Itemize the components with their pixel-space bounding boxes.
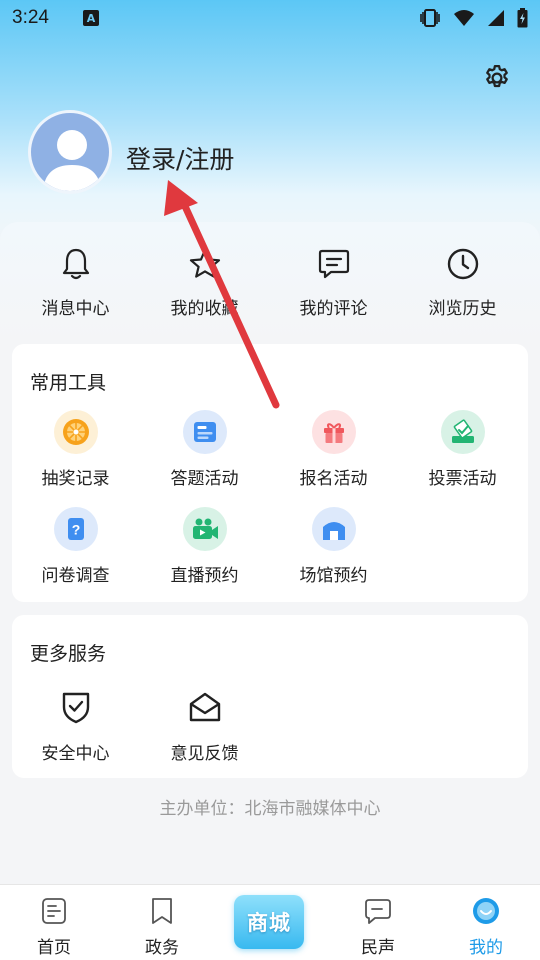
quick-item-label: 我的收藏 <box>170 299 239 319</box>
tool-label: 直播预约 <box>170 566 239 586</box>
quick-item-messages[interactable]: 消息中心 <box>11 246 140 319</box>
avatar[interactable] <box>28 110 112 194</box>
more-services-card: 更多服务 安全中心 意见反馈 <box>12 615 528 778</box>
tab-home[interactable]: 首页 <box>0 897 108 958</box>
chat-bubble-icon <box>365 899 391 924</box>
common-tools-card: 常用工具 抽奖记录 答题活动 报名活动 投票活动 ? 问卷调查 直播预约 场馆预… <box>12 344 528 602</box>
bookmark-icon <box>152 898 172 924</box>
video-camera-icon <box>192 518 218 539</box>
quick-item-favorites[interactable]: 我的收藏 <box>140 246 269 319</box>
tool-venue-booking[interactable]: 场馆预约 <box>269 507 398 586</box>
tool-questionnaire[interactable]: ? 问卷调查 <box>11 507 140 586</box>
tab-mine[interactable]: 我的 <box>432 897 540 958</box>
tool-label: 场馆预约 <box>299 566 368 586</box>
vibrate-icon <box>420 9 440 27</box>
battery-icon <box>517 8 528 28</box>
quick-item-label: 消息中心 <box>41 299 110 319</box>
quick-item-label: 我的评论 <box>299 299 368 319</box>
settings-button[interactable] <box>480 61 514 95</box>
quick-item-history[interactable]: 浏览历史 <box>398 246 527 319</box>
service-label: 安全中心 <box>41 744 110 764</box>
status-bar: 3:24 A <box>0 0 540 36</box>
gift-icon <box>323 423 344 443</box>
service-feedback[interactable]: 意见反馈 <box>140 685 269 764</box>
star-icon <box>189 248 220 278</box>
tool-signup-activity[interactable]: 报名活动 <box>269 410 398 489</box>
section-title: 常用工具 <box>30 372 107 394</box>
tab-public-voice[interactable]: 民声 <box>324 897 432 958</box>
tool-vote-activity[interactable]: 投票活动 <box>398 410 527 489</box>
quiz-card-icon <box>193 422 216 442</box>
lottery-wheel-icon <box>62 419 89 445</box>
profile-smile-icon <box>473 898 499 924</box>
login-register-link[interactable]: 登录/注册 <box>126 140 234 176</box>
shield-check-icon <box>62 692 89 724</box>
organizer-note: 主办单位：北海市融媒体中心 <box>159 799 381 819</box>
vote-box-icon <box>451 419 474 443</box>
tool-lottery-records[interactable]: 抽奖记录 <box>11 410 140 489</box>
questionnaire-icon: ? <box>67 518 84 540</box>
tool-quiz-activity[interactable]: 答题活动 <box>140 410 269 489</box>
signal-icon <box>488 10 504 26</box>
tab-label: 首页 <box>37 938 71 958</box>
venue-icon <box>322 522 345 540</box>
clock-icon <box>447 248 478 280</box>
quick-actions-row: 消息中心 我的收藏 我的评论 浏览历史 <box>0 222 540 342</box>
tab-government[interactable]: 政务 <box>108 897 216 958</box>
tab-label: 政务 <box>145 938 179 958</box>
mall-button[interactable]: 商城 <box>234 895 304 949</box>
tool-label: 投票活动 <box>428 469 497 489</box>
tool-label: 报名活动 <box>299 469 368 489</box>
tab-label: 我的 <box>469 938 503 958</box>
comment-icon <box>318 249 349 279</box>
service-security-center[interactable]: 安全中心 <box>11 685 140 764</box>
tool-label: 抽奖记录 <box>41 469 110 489</box>
bell-icon <box>62 248 89 280</box>
gear-icon <box>486 65 508 88</box>
status-time: 3:24 <box>12 7 49 28</box>
section-title: 更多服务 <box>30 643 107 665</box>
notification-a-icon: A <box>82 10 99 26</box>
tool-label: 问卷调查 <box>41 566 110 586</box>
tool-live-booking[interactable]: 直播预约 <box>140 507 269 586</box>
quick-item-comments[interactable]: 我的评论 <box>269 246 398 319</box>
wifi-icon <box>454 10 474 26</box>
home-doc-icon <box>42 898 66 924</box>
tab-label: 民声 <box>361 938 395 958</box>
svg-text:?: ? <box>71 522 80 538</box>
quick-item-label: 浏览历史 <box>428 299 497 319</box>
tool-label: 答题活动 <box>170 469 239 489</box>
envelope-open-icon <box>189 692 220 722</box>
service-label: 意见反馈 <box>170 744 239 764</box>
